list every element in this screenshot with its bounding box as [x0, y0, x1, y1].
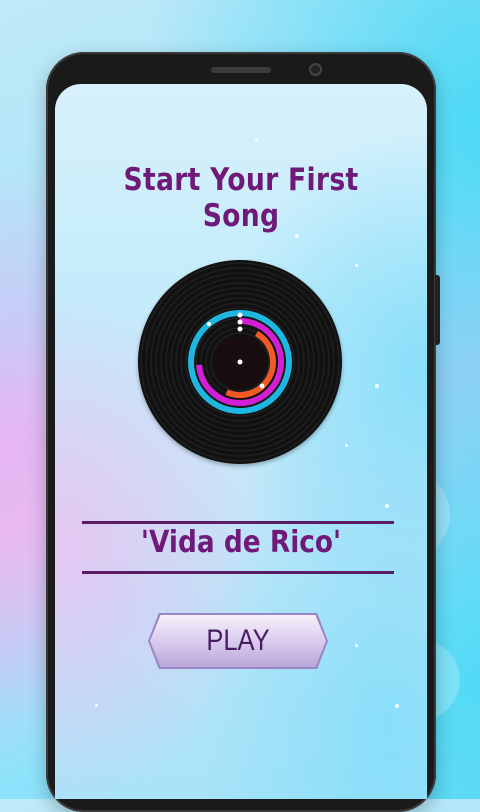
sparkle [395, 704, 399, 708]
phone-camera-icon [309, 63, 322, 76]
sparkle [95, 704, 98, 707]
sparkle [355, 264, 358, 267]
sparkle [255, 139, 258, 142]
sparkle [345, 444, 348, 447]
phone-side-button [435, 275, 440, 345]
sparkle [375, 384, 379, 388]
play-button-label: PLAY [206, 624, 270, 657]
song-title: 'Vida de Rico' [140, 525, 342, 560]
phone-speaker [211, 67, 271, 73]
vinyl-record-icon [138, 260, 342, 464]
sparkle [385, 504, 389, 508]
sparkle [295, 234, 299, 238]
play-button[interactable]: PLAY [150, 615, 326, 667]
page-title: Start Your First Song [123, 162, 359, 234]
song-top-divider [82, 521, 394, 524]
sparkle [355, 644, 358, 647]
song-bottom-divider [82, 571, 394, 574]
phone-screen: Start Your First Song 'Vida de Rico' PLA… [55, 84, 427, 799]
